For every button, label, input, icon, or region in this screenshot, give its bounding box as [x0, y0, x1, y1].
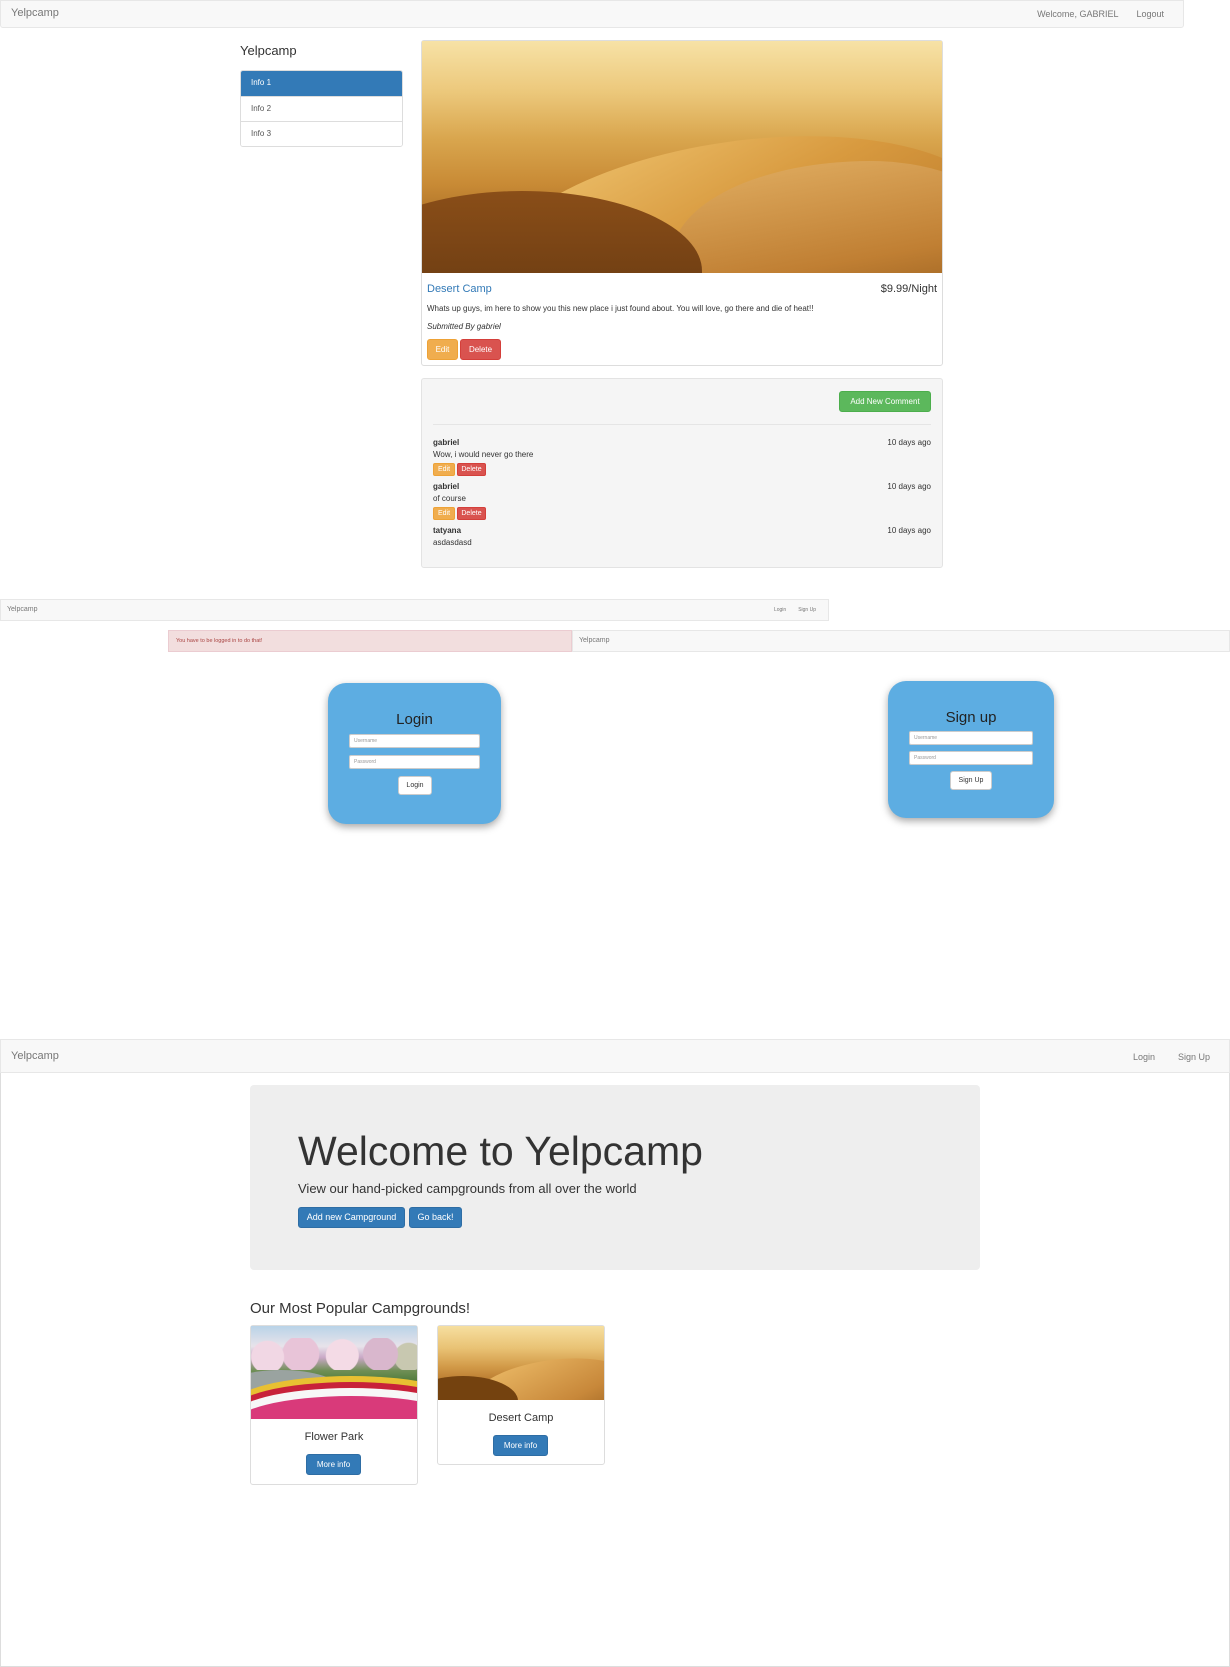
comment-author: tatyana — [433, 526, 462, 535]
login-link[interactable]: Login — [1133, 1052, 1155, 1062]
campground-price: $9.99/Night — [880, 283, 937, 295]
more-info-button[interactable]: More info — [306, 1454, 361, 1475]
campground-image — [422, 41, 942, 273]
campground-author: Submitted By gabriel — [427, 322, 501, 331]
comment-text: Wow, i would never go there — [433, 450, 534, 459]
signup-submit-button[interactable]: Sign Up — [950, 771, 992, 790]
login-link[interactable]: Login — [774, 607, 786, 613]
comment-item: gabriel 10 days ago Wow, i would never g… — [433, 438, 931, 482]
signup-password-input[interactable]: Password — [909, 751, 1033, 765]
desert-camp-image — [438, 1326, 604, 1400]
comments-divider — [433, 424, 931, 425]
navbar-signup: Yelpcamp — [572, 630, 1230, 652]
flower-park-image — [251, 1326, 417, 1419]
edit-comment-button[interactable]: Edit — [433, 507, 455, 520]
edit-campground-button[interactable]: Edit — [427, 339, 458, 360]
welcome-user-link[interactable]: Welcome, GABRIEL — [1037, 9, 1118, 19]
flash-error-alert: You have to be logged in to do that! — [168, 630, 572, 652]
navbar-brand[interactable]: Yelpcamp — [11, 1050, 59, 1062]
sidebar-item-info-2[interactable]: Info 2 — [241, 96, 402, 121]
comment-text: asdasdasd — [433, 538, 472, 547]
login-form: Login Username Password Login — [328, 683, 501, 824]
signup-link[interactable]: Sign Up — [1178, 1052, 1210, 1062]
signup-link[interactable]: Sign Up — [798, 607, 816, 613]
signup-username-input[interactable]: Username — [909, 731, 1033, 745]
sidebar-list: Info 1 Info 2 Info 3 — [240, 70, 403, 147]
sidebar-title: Yelpcamp — [240, 43, 297, 58]
delete-comment-button[interactable]: Delete — [457, 463, 486, 476]
password-input[interactable]: Password — [349, 755, 480, 769]
edit-comment-button[interactable]: Edit — [433, 463, 455, 476]
comment-time: 10 days ago — [887, 482, 931, 491]
more-info-button[interactable]: More info — [493, 1435, 548, 1456]
navbar-brand[interactable]: Yelpcamp — [7, 606, 38, 613]
go-back-button[interactable]: Go back! — [409, 1207, 462, 1228]
add-comment-button[interactable]: Add New Comment — [839, 391, 931, 412]
jumbotron-subheading: View our hand-picked campgrounds from al… — [298, 1181, 637, 1196]
comment-time: 10 days ago — [887, 526, 931, 535]
campground-thumbnail: Desert Camp $9.99/Night Whats up guys, i… — [421, 40, 943, 366]
flash-error-text: You have to be logged in to do that! — [176, 638, 263, 644]
campground-card: Flower Park More info — [250, 1325, 418, 1485]
comment-item: gabriel 10 days ago of course Edit Delet… — [433, 482, 931, 526]
login-submit-button[interactable]: Login — [398, 776, 432, 795]
login-title: Login — [396, 711, 433, 728]
comment-time: 10 days ago — [887, 438, 931, 447]
popular-heading: Our Most Popular Campgrounds! — [250, 1300, 471, 1317]
card-title: Flower Park — [304, 1431, 364, 1443]
comment-text: of course — [433, 494, 466, 503]
campground-name-link[interactable]: Desert Camp — [427, 283, 492, 295]
campground-card: Desert Camp More info — [437, 1325, 605, 1465]
sidebar-item-info-3[interactable]: Info 3 — [241, 121, 402, 146]
sidebar-item-info-1[interactable]: Info 1 — [241, 71, 402, 96]
navbar-landing: Yelpcamp Login Sign Up — [0, 1039, 1230, 1073]
delete-comment-button[interactable]: Delete — [457, 507, 486, 520]
username-input[interactable]: Username — [349, 734, 480, 748]
navbar-brand[interactable]: Yelpcamp — [11, 7, 59, 19]
signup-title: Sign up — [945, 709, 997, 726]
navbar-brand[interactable]: Yelpcamp — [579, 637, 610, 644]
comment-item: tatyana 10 days ago asdasdasd — [433, 526, 931, 570]
card-title: Desert Camp — [488, 1412, 554, 1424]
campground-description: Whats up guys, im here to show you this … — [427, 304, 814, 313]
jumbotron-heading: Welcome to Yelpcamp — [298, 1128, 703, 1174]
navbar-show: Yelpcamp Welcome, GABRIEL Logout — [0, 0, 1184, 28]
signup-form: Sign up Username Password Sign Up — [888, 681, 1054, 818]
navbar-login: Yelpcamp Login Sign Up — [0, 599, 829, 621]
comment-author: gabriel — [433, 438, 460, 447]
delete-campground-button[interactable]: Delete — [460, 339, 501, 360]
jumbotron: Welcome to Yelpcamp View our hand-picked… — [250, 1085, 980, 1270]
logout-link[interactable]: Logout — [1136, 9, 1164, 19]
comments-well: Add New Comment gabriel 10 days ago Wow,… — [421, 378, 943, 568]
add-campground-button[interactable]: Add new Campground — [298, 1207, 405, 1228]
comment-author: gabriel — [433, 482, 460, 491]
